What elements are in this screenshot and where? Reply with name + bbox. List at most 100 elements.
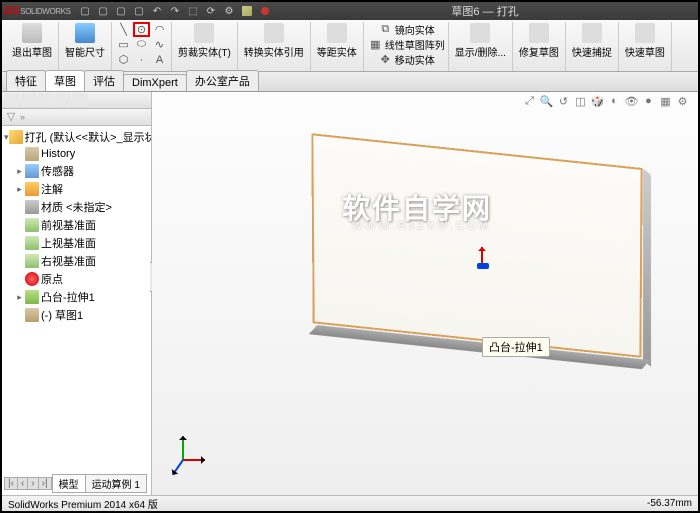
rect-tool-button[interactable]: ▭ (115, 37, 132, 52)
poly-tool-button[interactable]: ⬡ (115, 52, 132, 67)
qat-select-button[interactable]: ⬚ (184, 3, 202, 19)
slot-tool-button[interactable]: ⬭ (133, 37, 150, 52)
expand-icon[interactable]: ▸ (14, 292, 25, 303)
tree-item-0[interactable]: History (2, 146, 151, 162)
qat-rebuild-button[interactable]: ⟳ (202, 3, 220, 19)
panel-tab-config[interactable] (38, 93, 54, 107)
qat-new-button[interactable]: ▢ (76, 3, 94, 19)
view-settings-button[interactable]: ⚙ (675, 95, 690, 110)
expand-icon[interactable]: ▸ (14, 184, 25, 195)
text-tool-button[interactable]: A (151, 52, 168, 67)
section-view-button[interactable]: ◫ (573, 95, 588, 110)
scene-button[interactable]: ▦ (658, 95, 673, 110)
display-delete-button[interactable]: 显示/删除... (452, 22, 509, 60)
ribbon-group-quicksketch: 快速草图 (619, 22, 672, 71)
spline-tool-button[interactable]: ∿ (151, 37, 168, 52)
zoom-area-button[interactable]: 🔍 (539, 95, 554, 110)
hide-show-button[interactable]: 👁 (624, 95, 639, 110)
tab-nav-last[interactable]: ›| (39, 478, 52, 489)
doc-tab-model[interactable]: 模型 (52, 474, 86, 493)
tab-nav-buttons: |‹ ‹ › ›| (4, 477, 53, 490)
tree-item-9[interactable]: (-) 草图1 (2, 306, 151, 324)
ribbon-toolbar: 退出草图 智能尺寸 ╲ ⊙ ◠ ▭ ⬭ ∿ ⬡ · A 剪裁实体(T) (2, 20, 698, 72)
trim-entities-button[interactable]: 剪裁实体(T) (175, 22, 234, 60)
command-manager-tabs: 特征 草图 评估 DimXpert 办公室产品 (2, 72, 698, 92)
panel-tab-feature-tree[interactable] (4, 93, 20, 107)
tab-sketch[interactable]: 草图 (45, 70, 85, 91)
tab-office[interactable]: 办公室产品 (186, 70, 259, 91)
smart-dimension-label: 智能尺寸 (65, 44, 105, 59)
appearance-button[interactable]: ● (641, 95, 656, 110)
viewport-heads-up-toolbar: ⤢ 🔍 ↺ ◫ 🎲 ◐ 👁 ● ▦ ⚙ (522, 95, 690, 110)
tree-item-label: 右视基准面 (41, 253, 96, 269)
logo-ds-icon: DS (4, 5, 19, 17)
convert-label: 转换实体引用 (244, 44, 304, 59)
exit-sketch-button[interactable]: 退出草图 (9, 22, 55, 60)
tab-features[interactable]: 特征 (6, 70, 46, 91)
linear-pattern-button[interactable]: ▦ (367, 37, 384, 52)
model-top-face[interactable] (311, 133, 642, 358)
tree-item-3[interactable]: 材质 <未指定> (2, 198, 151, 216)
status-version-text: SolidWorks Premium 2014 x64 版 (8, 496, 158, 511)
filter-icon[interactable]: ▽ (4, 110, 18, 124)
convert-entities-button[interactable]: 转换实体引用 (241, 22, 307, 60)
tree-item-6[interactable]: 右视基准面 (2, 252, 151, 270)
tree-item-8[interactable]: ▸凸台-拉伸1 (2, 288, 151, 306)
qat-appearance-button[interactable] (238, 3, 256, 19)
plane-icon (25, 218, 39, 232)
tab-nav-next[interactable]: › (28, 478, 38, 489)
zoom-fit-button[interactable]: ⤢ (522, 95, 537, 110)
move-button[interactable]: ✥ (377, 52, 394, 67)
tab-nav-prev[interactable]: ‹ (18, 478, 28, 489)
mirror-button[interactable]: ⧉ (377, 22, 394, 37)
display-label: 显示/删除... (455, 44, 506, 59)
triad-y-axis-icon (182, 436, 184, 460)
display-style-button[interactable]: ◐ (607, 95, 622, 110)
tab-nav-first[interactable]: |‹ (5, 478, 18, 489)
quick-snap-button[interactable]: 快速捕捉 (569, 22, 615, 60)
status-bar: SolidWorks Premium 2014 x64 版 -56.37mm (2, 495, 698, 511)
quick-sketch-button[interactable]: 快速草图 (622, 22, 668, 60)
tree-item-1[interactable]: ▸传感器 (2, 162, 151, 180)
arc-tool-button[interactable]: ◠ (151, 22, 168, 37)
tree-item-4[interactable]: 前视基准面 (2, 216, 151, 234)
graphics-viewport[interactable]: ⤢ 🔍 ↺ ◫ 🎲 ◐ 👁 ● ▦ ⚙ 凸台-拉伸1 软件自学网 WWW.RJZ… (152, 92, 698, 498)
qat-open-button[interactable]: ▢ (94, 3, 112, 19)
repair-sketch-button[interactable]: 修复草图 (516, 22, 562, 60)
sketch-origin-triad (472, 247, 492, 275)
point-tool-button[interactable]: · (133, 52, 150, 67)
expand-icon[interactable]: ▸ (14, 166, 25, 177)
model-side-face[interactable] (643, 168, 651, 366)
panel-tab-display[interactable] (72, 93, 88, 107)
quick-access-toolbar: DS SOLIDWORKS ▢ ▢ ▢ ▢ ↶ ↷ ⬚ ⟳ ⚙ 草图6 — 打孔 (2, 2, 698, 20)
qat-print-button[interactable]: ▢ (130, 3, 148, 19)
tree-filter-bar: ▽ » (2, 109, 151, 126)
filter-arrow-icon[interactable]: » (20, 112, 25, 122)
prev-view-button[interactable]: ↺ (556, 95, 571, 110)
tree-item-5[interactable]: 上视基准面 (2, 234, 151, 252)
tree-item-label: 材质 <未指定> (41, 199, 112, 215)
smart-dimension-button[interactable]: 智能尺寸 (62, 22, 108, 60)
ribbon-group-dim: 智能尺寸 (59, 22, 112, 71)
circle-tool-button[interactable]: ⊙ (133, 22, 150, 37)
tab-dimxpert[interactable]: DimXpert (123, 74, 187, 91)
plane-icon (25, 254, 39, 268)
tree-root[interactable]: ▾ 打孔 (默认<<默认>_显示状态 (2, 128, 151, 146)
offset-entities-button[interactable]: 等距实体 (314, 22, 360, 60)
panel-tab-property[interactable] (21, 93, 37, 107)
doc-tab-motion[interactable]: 运动算例 1 (85, 474, 147, 493)
qat-undo-button[interactable]: ↶ (148, 3, 166, 19)
expand-icon[interactable]: ▾ (4, 132, 9, 143)
qat-redo-button[interactable]: ↷ (166, 3, 184, 19)
panel-tab-dimxpert[interactable] (55, 93, 71, 107)
tab-evaluate[interactable]: 评估 (84, 70, 124, 91)
tree-root-label: 打孔 (默认<<默认>_显示状态 (25, 129, 151, 145)
line-tool-button[interactable]: ╲ (115, 22, 132, 37)
qat-options-button[interactable]: ⚙ (220, 3, 238, 19)
tree-item-7[interactable]: 原点 (2, 270, 151, 288)
view-orient-button[interactable]: 🎲 (590, 95, 605, 110)
qat-record-button[interactable] (256, 3, 274, 19)
tree-item-2[interactable]: ▸注解 (2, 180, 151, 198)
qat-save-button[interactable]: ▢ (112, 3, 130, 19)
display-icon (470, 23, 490, 43)
